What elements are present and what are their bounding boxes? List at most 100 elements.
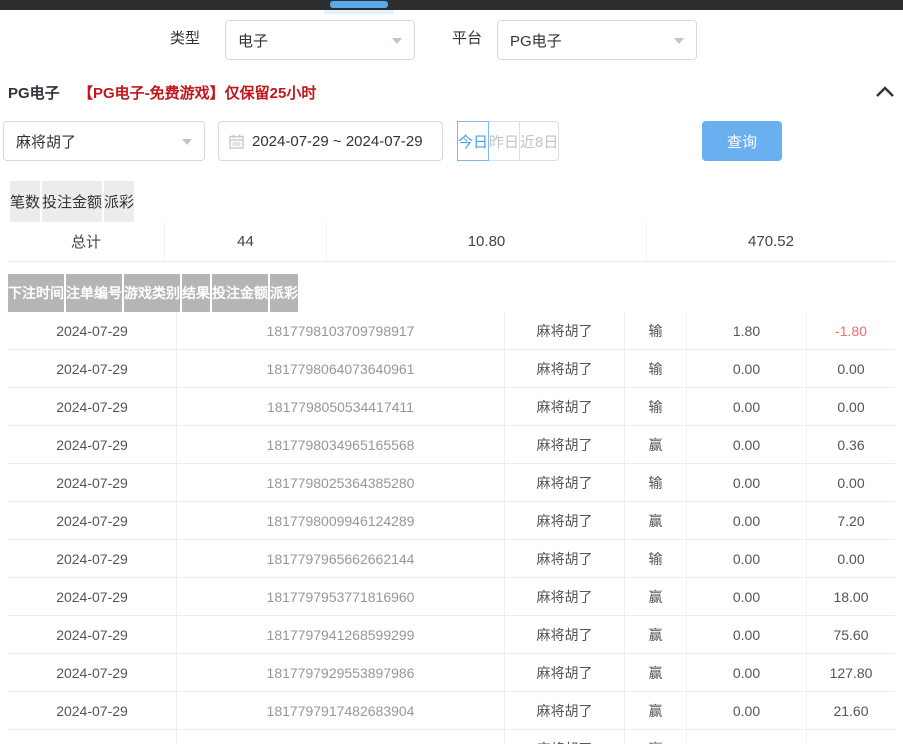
- table-row: 2024-07-29 1817798050534417411 麻将胡了 输 0.…: [8, 388, 895, 426]
- summary-count: 44: [165, 222, 327, 261]
- game-select-value: 麻将胡了: [16, 131, 76, 152]
- table-row: 2024-07-29 1817797965662662144 麻将胡了 输 0.…: [8, 540, 895, 578]
- bet-id: 1817797965662662144: [177, 540, 505, 577]
- bet-date: 2024-07-29: [8, 350, 177, 387]
- date-range-input[interactable]: 2024-07-29 ~ 2024-07-29: [218, 121, 443, 161]
- table-row: 2024-07-29 1817797917482683904 麻将胡了 赢 0.…: [8, 692, 895, 730]
- summary-table: 笔数 投注金额 派彩 总计 44 10.80 470.52: [8, 181, 895, 262]
- table-row: 2024-07-29 1817798009946124289 麻将胡了 赢 0.…: [8, 502, 895, 540]
- summary-total-row: 总计 44 10.80 470.52: [8, 222, 895, 262]
- bet-payout: 75.60: [807, 616, 895, 653]
- bet-game: 麻将胡了: [505, 692, 625, 729]
- quick-range-button[interactable]: 近8日: [519, 121, 559, 161]
- search-button[interactable]: 查询: [702, 121, 782, 161]
- bets-table: 下注时间 注单编号 游戏类别 结果 投注金额 派彩 2024-07-29 181…: [8, 274, 895, 744]
- bet-date: 2024-07-29: [8, 578, 177, 615]
- bet-payout: -1.80: [807, 312, 895, 349]
- table-row: 2024-07-29 1817797941268599299 麻将胡了 赢 0.…: [8, 616, 895, 654]
- bet-game: 麻将胡了: [505, 654, 625, 691]
- summary-payout: 470.52: [647, 222, 895, 261]
- bet-id: 1817798034965165568: [177, 426, 505, 463]
- bet-date: 2024-07-29: [8, 654, 177, 691]
- collapse-button[interactable]: [872, 80, 898, 102]
- type-select-value: 电子: [238, 30, 268, 51]
- bet-result: 输: [625, 350, 687, 387]
- bet-amount: 0.00: [687, 502, 807, 539]
- bet-payout: 127.80: [807, 654, 895, 691]
- game-select[interactable]: 麻将胡了: [3, 121, 205, 161]
- bet-payout: 0.36: [807, 426, 895, 463]
- bet-id: 1817798009946124289: [177, 502, 505, 539]
- bets-header-cell: 结果: [182, 274, 212, 312]
- bet-id: 1817798103709798917: [177, 312, 505, 349]
- bet-date: 2024-07-29: [8, 502, 177, 539]
- bet-payout: 18.00: [807, 578, 895, 615]
- bet-result: 输: [625, 312, 687, 349]
- platform-select[interactable]: PG电子: [497, 20, 697, 60]
- bet-result: 赢: [625, 654, 687, 691]
- bet-date: 2024-07-29: [8, 426, 177, 463]
- summary-total-label: 总计: [8, 222, 165, 261]
- bet-id: 1817798025364385280: [177, 464, 505, 501]
- bet-game: 麻将胡了: [505, 730, 625, 744]
- bet-game: 麻将胡了: [505, 578, 625, 615]
- bets-header-cell: 游戏类别: [124, 274, 182, 312]
- chevron-down-icon: [182, 139, 192, 145]
- table-row: 2024-07-29 1817797929553897986 麻将胡了 赢 0.…: [8, 654, 895, 692]
- bet-id: 1817797941268599299: [177, 616, 505, 653]
- table-row: 2024-07-29 1817798025364385280 麻将胡了 输 0.…: [8, 464, 895, 502]
- calendar-icon: [229, 134, 244, 149]
- bet-game: 麻将胡了: [505, 616, 625, 653]
- quick-range-button[interactable]: 昨日: [488, 121, 520, 161]
- bet-amount: 0.00: [687, 540, 807, 577]
- table-row: 2024-07-29 1817797953771816960 麻将胡了 赢 0.…: [8, 578, 895, 616]
- summary-header-cell: 派彩: [104, 181, 134, 222]
- bet-date: 2024-07-29: [8, 464, 177, 501]
- bet-result: 赢: [625, 616, 687, 653]
- quick-range-button[interactable]: 今日: [457, 121, 489, 161]
- platform-label: 平台: [452, 20, 482, 58]
- bet-id: 1817797953771816960: [177, 578, 505, 615]
- bet-result: 赢: [625, 578, 687, 615]
- bet-payout: 7.20: [807, 502, 895, 539]
- bet-id: 1817798050534417411: [177, 388, 505, 425]
- bet-amount: 1.80: [687, 312, 807, 349]
- bet-date: [8, 730, 177, 744]
- bets-header-cell: 下注时间: [8, 274, 66, 312]
- bet-game: 麻将胡了: [505, 464, 625, 501]
- bet-payout: 0.00: [807, 540, 895, 577]
- section-title: PG电子: [8, 82, 60, 103]
- bet-game: 麻将胡了: [505, 540, 625, 577]
- scroll-indicator-glow: [324, 10, 394, 14]
- table-row: 2024-07-29 1817798103709798917 麻将胡了 输 1.…: [8, 312, 895, 350]
- bet-result: 输: [625, 388, 687, 425]
- bet-date: 2024-07-29: [8, 692, 177, 729]
- bet-game: 麻将胡了: [505, 312, 625, 349]
- bet-amount: 0.00: [687, 616, 807, 653]
- platform-select-value: PG电子: [510, 30, 562, 51]
- bet-date: 2024-07-29: [8, 388, 177, 425]
- bet-amount: 0.00: [687, 578, 807, 615]
- date-range-value: 2024-07-29 ~ 2024-07-29: [252, 133, 423, 150]
- summary-header-row: 笔数 投注金额 派彩: [8, 181, 895, 222]
- bet-result: 输: [625, 540, 687, 577]
- bet-amount: 0.00: [687, 464, 807, 501]
- bet-result: 输: [625, 464, 687, 501]
- chevron-down-icon: [674, 38, 684, 44]
- bet-game: 麻将胡了: [505, 350, 625, 387]
- top-scroll-bar: [0, 0, 903, 10]
- bet-amount: 0.00: [687, 388, 807, 425]
- scroll-indicator[interactable]: [330, 1, 388, 8]
- bet-id: [177, 730, 505, 744]
- chevron-up-icon: [876, 86, 894, 97]
- bet-payout: 0.00: [807, 350, 895, 387]
- quick-range-button-group: 今日 昨日 近8日: [458, 121, 559, 161]
- bet-game: 麻将胡了: [505, 388, 625, 425]
- bet-date: 2024-07-29: [8, 540, 177, 577]
- bets-header-row: 下注时间 注单编号 游戏类别 结果 投注金额 派彩: [8, 274, 895, 312]
- bet-payout: 0.00: [807, 388, 895, 425]
- type-label: 类型: [170, 20, 200, 58]
- type-select[interactable]: 电子: [225, 20, 415, 60]
- summary-header-cell: 投注金额: [42, 181, 104, 222]
- bet-result: 赢: [625, 502, 687, 539]
